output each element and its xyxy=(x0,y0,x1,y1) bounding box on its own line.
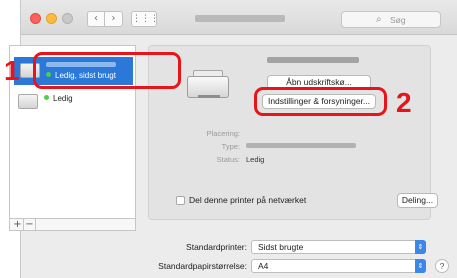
callout-number-2: 2 xyxy=(396,87,412,118)
add-printer-button[interactable]: + xyxy=(12,219,24,230)
magnifier-icon: ⌕ xyxy=(376,14,382,25)
remove-printer-button[interactable]: − xyxy=(24,219,36,230)
printer-status: Ledig xyxy=(53,94,73,103)
default-paper-size-label: Standardpapirstørrelse: xyxy=(158,261,247,271)
callout-highlight-1 xyxy=(33,52,181,89)
callout-number-1: 1 xyxy=(4,55,20,86)
default-printer-label: Standardprinter: xyxy=(186,242,247,252)
default-printer-value: Sidst brugte xyxy=(258,242,304,252)
search-input[interactable]: ⌕ Søg xyxy=(341,11,441,28)
chevron-left-icon: ‹ xyxy=(94,13,98,24)
forward-button[interactable]: › xyxy=(105,11,123,27)
sharing-preferences-button[interactable]: Deling... xyxy=(397,193,438,208)
help-button[interactable]: ? xyxy=(435,259,449,273)
share-printer-checkbox[interactable] xyxy=(176,196,185,205)
printer-list-item[interactable]: Ledig xyxy=(10,92,135,122)
printer-name-blurred xyxy=(267,57,359,63)
type-label: Type: xyxy=(221,142,240,151)
grid-icon: ⋮⋮⋮ xyxy=(132,14,159,24)
default-paper-size-select[interactable]: A4 ⇕ xyxy=(251,259,426,273)
default-printer-select[interactable]: Sidst brugte ⇕ xyxy=(251,240,426,254)
type-value-blurred xyxy=(246,143,356,148)
show-all-button[interactable]: ⋮⋮⋮ xyxy=(131,11,159,27)
up-down-arrows-icon: ⇕ xyxy=(415,240,426,254)
status-label: Status: xyxy=(216,155,240,164)
up-down-arrows-icon: ⇕ xyxy=(415,259,426,273)
default-paper-size-value: A4 xyxy=(258,261,269,271)
close-window-button[interactable] xyxy=(30,13,41,24)
back-button[interactable]: ‹ xyxy=(87,11,105,27)
minimize-window-button[interactable] xyxy=(46,13,57,24)
title-bar: ‹ › ⋮⋮⋮ ⌕ Søg xyxy=(21,0,457,35)
callout-highlight-2 xyxy=(254,87,387,116)
window-title-blurred xyxy=(195,15,285,22)
zoom-window-button[interactable] xyxy=(62,13,73,24)
share-printer-label: Del denne printer på netværket xyxy=(189,195,307,205)
search-placeholder: Søg xyxy=(390,15,406,25)
status-value: Ledig xyxy=(246,155,265,164)
printer-icon xyxy=(18,94,38,109)
printer-list-footer: + − xyxy=(9,218,136,231)
printer-image-icon xyxy=(187,70,229,102)
status-dot-icon xyxy=(44,95,49,100)
chevron-right-icon: › xyxy=(111,13,116,24)
location-label: Placering: xyxy=(206,129,240,138)
